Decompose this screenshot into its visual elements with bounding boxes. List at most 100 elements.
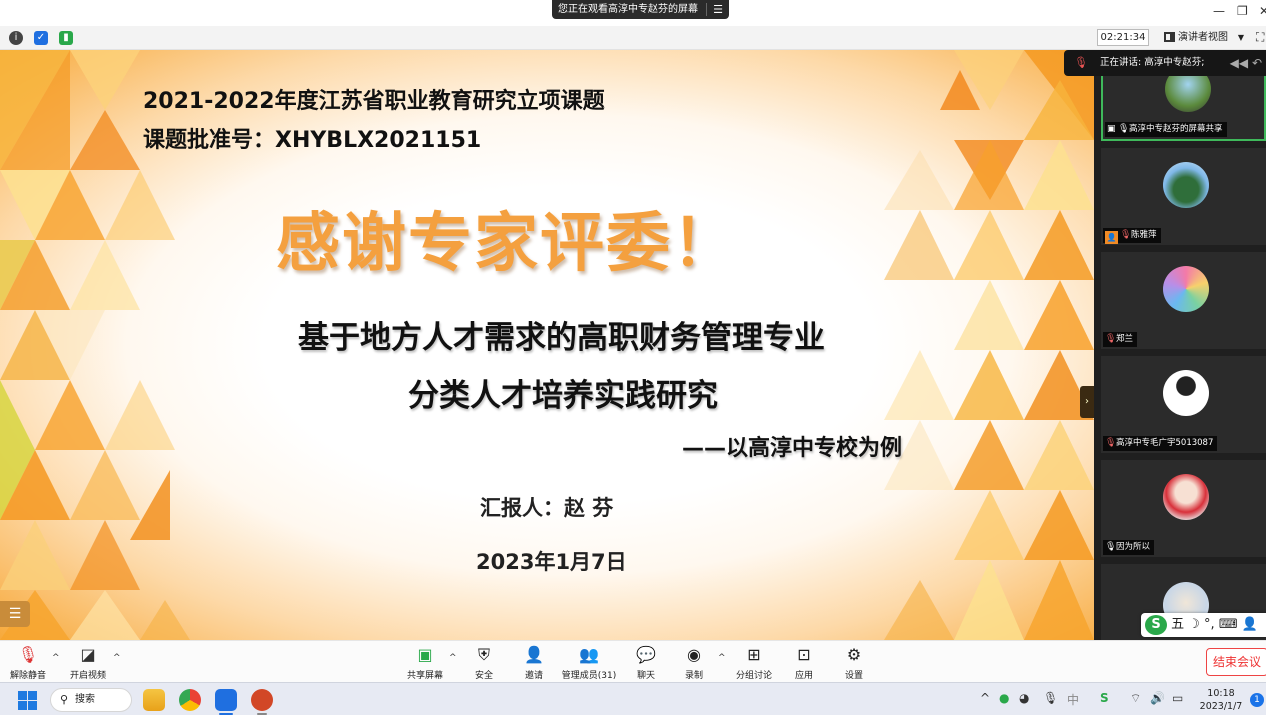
mic-icon[interactable]: 🎙 [1043, 691, 1058, 705]
participant-name: 高淳中专赵芬的屏幕共享 [1129, 124, 1223, 134]
participant-name: 郑兰 [1116, 334, 1134, 344]
slide-subtitle-1: 基于地方人才需求的高职财务管理专业 [298, 320, 825, 356]
share-screen-button[interactable]: ▣ 共享屏幕 [404, 643, 446, 681]
mic-muted-icon: 🎙 [1074, 56, 1088, 69]
clock-date: 2023/1/7 [1199, 701, 1243, 712]
sogou-ime-icon[interactable]: S [1100, 691, 1109, 705]
participant-tile[interactable]: 🎙郑兰 [1101, 252, 1266, 349]
participants-button[interactable]: 👥 管理成员(31) [560, 643, 618, 681]
chevron-up-icon[interactable]: ^ [980, 691, 990, 705]
search-icon: ⚲ [60, 693, 69, 706]
participant-label: 🎙高淳中专毛广宇5013087 [1103, 436, 1218, 451]
mic-icon: 🎙 [1118, 124, 1130, 134]
search-label: 搜索 [75, 694, 95, 705]
browser-icon[interactable] [179, 689, 201, 711]
view-mode-dropdown[interactable]: 演讲者视图 ▼ [1160, 29, 1248, 46]
screen: 您正在观看高淳中专赵芬的屏幕 ☰ — ❐ ✕ i ✓ ▮ 02:21:34 演讲… [0, 0, 1266, 715]
participant-name: 高淳中专毛广宇5013087 [1116, 438, 1214, 448]
start-video-label: 开启视频 [69, 671, 106, 681]
participant-tile[interactable]: 👤 🎙陈雅萍 [1101, 148, 1266, 245]
input-method-bar[interactable]: S 五 ☽ °, ⌨ 👤 [1141, 613, 1266, 637]
signal-icon[interactable]: ▮ [59, 31, 73, 45]
unmute-label: 解除静音 [9, 671, 46, 681]
meeting-toolbar: 🎙 解除静音 ^ ◪ 开启视频 ^ ▣ 共享屏幕 ^ ⛨ 安全 👤 邀请 👥 管… [0, 640, 1266, 682]
video-options-caret[interactable]: ^ [113, 653, 121, 663]
security-button[interactable]: ⛨ 安全 [470, 643, 498, 681]
slide-date: 2023年1月7日 [476, 550, 627, 574]
fullscreen-icon[interactable]: ⛶ [1256, 30, 1264, 45]
sharing-banner[interactable]: 您正在观看高淳中专赵芬的屏幕 ☰ [552, 0, 729, 19]
participant-label: 🎙郑兰 [1103, 332, 1138, 347]
apps-icon: ⊡ [797, 645, 811, 664]
system-clock[interactable]: 10:18 2023/1/7 [1198, 687, 1244, 713]
add-user-icon: 👤 [524, 645, 544, 664]
wifi-icon[interactable]: ⌔ [1130, 691, 1141, 706]
settings-label: 设置 [844, 671, 863, 681]
close-icon[interactable]: ✕ [1259, 4, 1266, 18]
meeting-app-icon[interactable] [215, 689, 237, 711]
breakout-label: 分组讨论 [735, 671, 772, 681]
invite-button[interactable]: 👤 邀请 [520, 643, 548, 681]
info-icon[interactable]: i [9, 31, 23, 45]
start-video-button[interactable]: ◪ 开启视频 [66, 643, 110, 681]
minimize-icon[interactable]: — [1213, 4, 1225, 18]
participant-label: 👤 🎙陈雅萍 [1103, 228, 1161, 244]
file-explorer-icon[interactable] [143, 689, 165, 711]
user-icon: 👤 [1105, 231, 1118, 244]
qq-icon[interactable]: ◕ [1019, 691, 1029, 705]
security-label: 安全 [474, 671, 493, 681]
apps-label: 应用 [794, 671, 813, 681]
slide-list-icon[interactable]: ☰ [0, 601, 30, 627]
participants-label: 管理成员(31) [561, 671, 617, 681]
banner-menu-icon[interactable]: ☰ [713, 0, 723, 19]
slide-approval-number: 课题批准号：XHYBLX2021151 [143, 128, 482, 153]
view-mode-label: 演讲者视图 [1178, 32, 1228, 43]
users-icon: 👥 [579, 645, 599, 664]
participant-tile[interactable]: 🎙因为所以 [1101, 460, 1266, 557]
battery-icon[interactable]: ▭ [1172, 691, 1183, 705]
notification-badge[interactable]: 1 [1250, 693, 1264, 707]
shield-icon: ⛨ [477, 645, 490, 664]
window-title-bar: 您正在观看高淳中专赵芬的屏幕 ☰ — ❐ ✕ [0, 0, 1266, 26]
powerpoint-icon[interactable] [251, 689, 273, 711]
windows-start-icon[interactable] [18, 691, 37, 710]
slide-subtitle-2: 分类人才培养实践研究 [408, 378, 718, 414]
taskbar-search[interactable]: ⚲ 搜索 [50, 688, 132, 712]
restore-icon[interactable]: ❐ [1237, 4, 1248, 18]
slide-subtitle-3: ——以高淳中专校为例 [682, 436, 903, 461]
tray-app-icon[interactable]: ● [999, 691, 1009, 705]
mic-muted-icon: 🎙 [17, 645, 39, 664]
avatar [1163, 474, 1209, 520]
sharing-banner-text: 您正在观看高淳中专赵芬的屏幕 [558, 4, 698, 15]
participant-label: 🎙因为所以 [1103, 540, 1155, 555]
share-screen-label: 共享屏幕 [406, 671, 443, 681]
settings-button[interactable]: ⚙ 设置 [840, 643, 868, 681]
collapse-panel-icon[interactable]: › [1080, 386, 1094, 418]
audio-options-caret[interactable]: ^ [52, 653, 60, 663]
speaker-nav-icon[interactable]: ◀◀ ↶ [1230, 50, 1262, 76]
breakout-icon: ⊞ [747, 645, 761, 664]
slide-headline: 感谢专家评委！ [276, 207, 738, 281]
sogou-ime-icon: S [1145, 615, 1167, 635]
record-options-caret[interactable]: ^ [718, 653, 726, 663]
record-button[interactable]: ◉ 录制 [680, 643, 708, 681]
screen-share-icon: ▣ [1107, 124, 1116, 134]
apps-button[interactable]: ⊡ 应用 [790, 643, 818, 681]
share-options-caret[interactable]: ^ [449, 653, 457, 663]
meeting-info-bar: i ✓ ▮ 02:21:34 演讲者视图 ▼ ⛶ [0, 26, 1266, 50]
unmute-button[interactable]: 🎙 解除静音 [8, 643, 48, 681]
windows-taskbar: ⚲ 搜索 ^ ● ◕ 🎙 中 S ⌔ 🔊 ▭ 10:18 2023/1/7 1 [0, 682, 1266, 715]
slide-project-title: 2021-2022年度江苏省职业教育研究立项课题 [143, 89, 605, 114]
invite-label: 邀请 [524, 671, 543, 681]
ime-zh-icon[interactable]: 中 [1067, 691, 1079, 708]
breakout-button[interactable]: ⊞ 分组讨论 [733, 643, 775, 681]
participant-tile[interactable]: 🎙高淳中专毛广宇5013087 [1101, 356, 1266, 453]
chat-button[interactable]: 💬 聊天 [632, 643, 660, 681]
end-meeting-button[interactable]: 结束会议 [1206, 648, 1266, 676]
volume-icon[interactable]: 🔊 [1150, 691, 1165, 705]
mic-muted-icon: 🎙 [1105, 334, 1117, 344]
shield-icon[interactable]: ✓ [34, 31, 48, 45]
avatar [1163, 266, 1209, 312]
participant-label: ▣ 🎙高淳中专赵芬的屏幕共享 [1105, 122, 1227, 137]
participant-name: 陈雅萍 [1131, 230, 1157, 240]
